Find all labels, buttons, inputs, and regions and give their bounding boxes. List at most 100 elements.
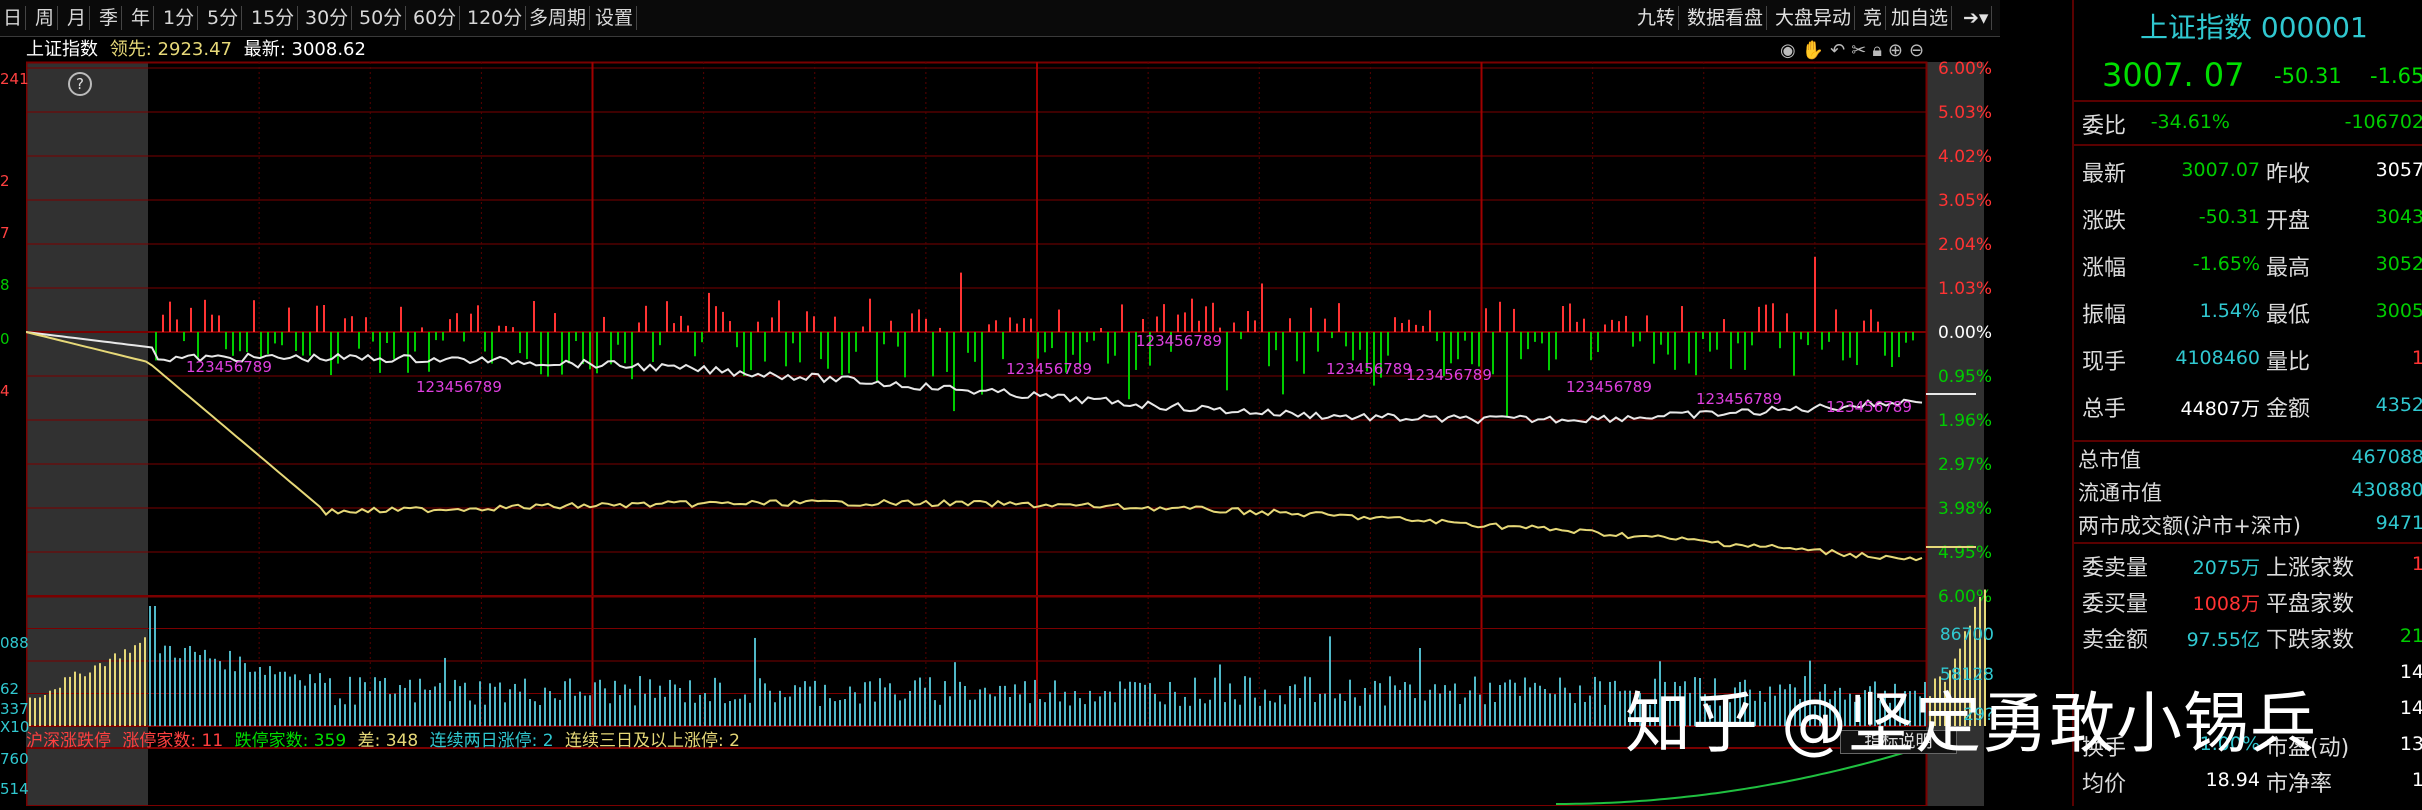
price-axis-label: 0.00% xyxy=(1938,323,1992,343)
price-frame xyxy=(25,61,1928,598)
toolbar-btn-4[interactable]: 加自选 xyxy=(1888,6,1953,30)
scissors-icon[interactable]: ✂ xyxy=(1851,40,1872,61)
price-axis-label: 6.00% xyxy=(1938,59,1992,79)
left-edge-label: 0 xyxy=(0,330,10,348)
period-tab-4[interactable]: 年 xyxy=(128,6,155,30)
three-day-label: 连续三日及以上涨停: xyxy=(564,731,724,751)
quote-value2-d0: 1 xyxy=(2411,553,2422,575)
toolbar-btn-2[interactable]: 大盘异动 xyxy=(1772,6,1856,30)
quote-label2-d1: 平盘家数 xyxy=(2266,592,2355,617)
period-tab-2[interactable]: 月 xyxy=(64,6,91,30)
td-sequence-label: 123456789 xyxy=(416,378,502,396)
period-tab-13[interactable]: 设置 xyxy=(592,6,638,30)
zoom-out-icon[interactable]: ⊖ xyxy=(1909,40,1930,61)
period-tab-5[interactable]: 1分 xyxy=(160,6,199,30)
divider xyxy=(2074,144,2422,146)
period-tab-7[interactable]: 15分 xyxy=(248,6,299,30)
quote-value-c2: 9471 xyxy=(2375,512,2422,534)
quote-value-d6: 18.94 xyxy=(2205,769,2260,791)
lock-icon[interactable]: 🔒︎ xyxy=(1872,40,1888,61)
quote-label2-b1: 开盘 xyxy=(2266,209,2311,234)
price-axis-label: 3.98% xyxy=(1938,499,1992,519)
left-edge-label: 088 xyxy=(0,634,29,652)
quote-label2-b2: 最高 xyxy=(2266,256,2311,281)
td-sequence-label: 123456789 xyxy=(1696,390,1782,408)
two-day-label: 连续两日涨停: xyxy=(429,731,538,751)
quote-label-d6: 均价 xyxy=(2082,772,2127,797)
quote-value-b0: 3007.07 xyxy=(2181,159,2260,181)
quote-label-b3: 振幅 xyxy=(2082,303,2127,328)
quote-value2-d6: 1 xyxy=(2411,769,2422,791)
quote-label2-b3: 最低 xyxy=(2266,303,2311,328)
left-edge-label: 514 xyxy=(0,780,29,798)
period-tab-8[interactable]: 30分 xyxy=(302,6,353,30)
period-tab-10[interactable]: 60分 xyxy=(410,6,461,30)
toolbar-btn-0[interactable]: 九转 xyxy=(1634,6,1680,30)
quote-value-b4: 4108460 xyxy=(2175,347,2260,369)
quote-value-b2: -1.65% xyxy=(2192,253,2260,275)
period-tab-9[interactable]: 50分 xyxy=(356,6,407,30)
price-axis-label: 6.00% xyxy=(1938,587,1992,607)
period-tab-1[interactable]: 周 xyxy=(32,6,59,30)
td-sequence-label: 123456789 xyxy=(1566,378,1652,396)
left-edge-label: 241 xyxy=(0,70,29,88)
price-axis-label: 1.03% xyxy=(1938,279,1992,299)
toolbar-btn-3[interactable]: 竞 xyxy=(1860,6,1887,30)
divider xyxy=(2074,440,2422,442)
divider xyxy=(2074,100,2422,102)
quote-label-b2: 涨幅 xyxy=(2082,256,2127,281)
price-axis-label: 2.04% xyxy=(1938,235,1992,255)
quote-label2-b0: 昨收 xyxy=(2266,162,2311,187)
chart-tools: ◉✋↶✂🔒︎⊕⊖ xyxy=(1780,40,1930,62)
volume-axis-label: 86700 xyxy=(1940,625,1994,645)
diff-value: 348 xyxy=(385,731,419,751)
limit-stat-bar: 沪深涨跌停 涨停家数: 11 跌停家数: 359 差: 348 连续两日涨停: … xyxy=(26,730,740,752)
quote-label2-b4: 量比 xyxy=(2266,350,2311,375)
quote-value2-d4: 14 xyxy=(2399,697,2422,719)
price-axis-label: 0.95% xyxy=(1938,367,1992,387)
td-sequence-label: 123456789 xyxy=(1826,398,1912,416)
quote-value2-b4: 1 xyxy=(2411,347,2422,369)
left-edge-label: 62 xyxy=(0,680,20,698)
quote-label-c1: 流通市值 xyxy=(2078,481,2162,505)
period-tab-6[interactable]: 5分 xyxy=(204,6,243,30)
undo-icon[interactable]: ↶ xyxy=(1830,40,1851,61)
left-edge-label: X10 xyxy=(0,718,30,736)
up-count-value: 11 xyxy=(201,731,224,751)
left-edge-label: 8 xyxy=(0,276,10,294)
price-axis-label: 5.03% xyxy=(1938,103,1992,123)
lead-value: 2923.47 xyxy=(157,39,232,60)
quote-value-b1: -50.31 xyxy=(2198,206,2260,228)
chart-header: 上证指数 领先: 2923.47 最新: 3008.62 xyxy=(26,38,366,62)
quote-value2-b3: 3005 xyxy=(2375,300,2422,322)
left-edge-label: 2 xyxy=(0,172,10,190)
period-tab-11[interactable]: 120分 xyxy=(464,6,527,30)
period-tab-3[interactable]: 季 xyxy=(96,6,123,30)
quote-value-c1: 430880 xyxy=(2351,479,2422,501)
quote-label-c0: 总市值 xyxy=(2078,448,2141,472)
quote-price: 3007. 07 xyxy=(2102,56,2245,94)
period-tab-12[interactable]: 多周期 xyxy=(526,6,591,30)
quote-label-b0: 最新 xyxy=(2082,162,2127,187)
export-icon[interactable]: ➔▾ xyxy=(1960,6,1993,30)
latest-value: 3008.62 xyxy=(291,39,366,60)
period-tab-0[interactable]: 日 xyxy=(0,6,27,30)
hand-icon[interactable]: ✋ xyxy=(1802,40,1830,61)
price-axis-label: 2.97% xyxy=(1938,455,1992,475)
divider xyxy=(2074,542,2422,544)
eye-icon[interactable]: ◉ xyxy=(1780,40,1802,61)
quote-value-b5: 44807万 xyxy=(2180,398,2260,420)
down-count-value: 359 xyxy=(313,731,347,751)
td-sequence-label: 123456789 xyxy=(1136,332,1222,350)
toolbar-btn-1[interactable]: 数据看盘 xyxy=(1684,6,1768,30)
left-edge-label: 760 xyxy=(0,750,29,768)
td-sequence-label: 123456789 xyxy=(1006,360,1092,378)
quote-value2-b5: 4352 xyxy=(2375,394,2422,416)
help-icon[interactable]: ? xyxy=(68,72,92,96)
two-day-value: 2 xyxy=(542,731,554,751)
zoom-in-icon[interactable]: ⊕ xyxy=(1888,40,1909,61)
quote-label-c2: 两市成交额(沪市+深市) xyxy=(2078,514,2301,538)
quote-title: 上证指数 000001 xyxy=(2140,11,2368,44)
quote-value-c0: 467088 xyxy=(2351,446,2422,468)
left-edge-label: 4 xyxy=(0,382,10,400)
